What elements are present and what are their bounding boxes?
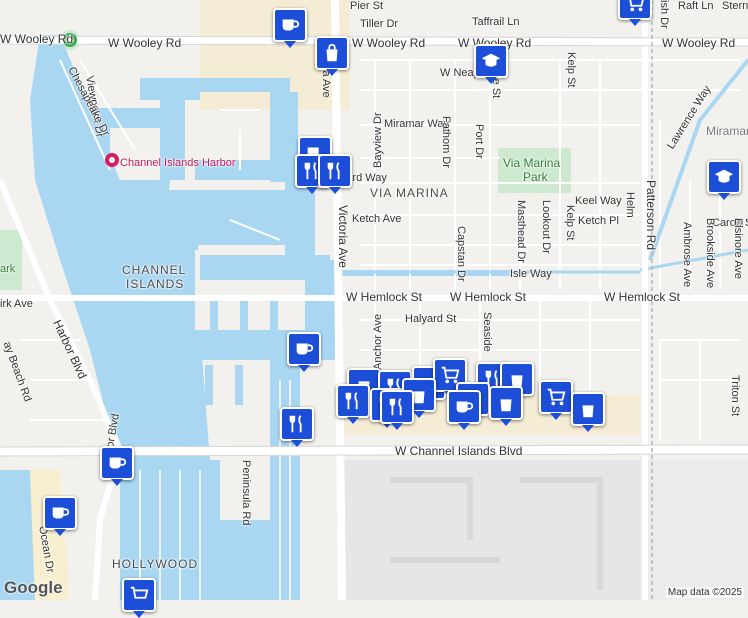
restaurant-icon[interactable] (336, 384, 370, 424)
street-label: Halyard St (405, 313, 457, 325)
street-label: Kelp St (565, 52, 577, 88)
street-label: Ketch Pl (578, 215, 619, 227)
street-label: Ketch Ave (352, 213, 402, 225)
cart-icon[interactable] (122, 578, 156, 618)
cart-icon[interactable] (539, 380, 573, 420)
street-label: Stern (722, 0, 748, 12)
area-label: ark (0, 263, 16, 275)
street-label: Helm (624, 192, 636, 218)
street-label: Patterson Rd (644, 180, 658, 251)
street-label: Taffrail Ln (472, 16, 520, 28)
street-label: Ambrose Ave (681, 222, 693, 288)
shopping-bag-icon[interactable] (571, 392, 605, 432)
street-label: Pier St (350, 0, 384, 12)
school-icon[interactable] (707, 160, 741, 200)
street-label: irk Ave (0, 298, 33, 310)
park-label: Via Marina (503, 156, 561, 170)
industrial-area (640, 460, 748, 600)
google-logo: Google (4, 578, 63, 597)
street-label: Port Dr (473, 124, 485, 159)
street-label: ish Dr (658, 0, 670, 29)
street-label: Raft Ln (678, 0, 714, 12)
poi-label: Channel Islands Harbor (120, 157, 236, 169)
street-label: Tiller Dr (360, 18, 399, 30)
area-label: CHANNEL (122, 263, 187, 277)
street-label: Fathom Dr (440, 116, 452, 168)
area-label: Miramar (706, 124, 748, 138)
street-label: Peninsula Rd (240, 460, 252, 526)
cafe-icon[interactable] (447, 390, 481, 430)
street-label: W Channel Islands Blvd (395, 444, 523, 458)
park-label: Park (523, 170, 548, 184)
cafe-icon[interactable] (287, 332, 321, 372)
restaurant-icon[interactable] (380, 390, 414, 430)
street-label: W Wooley Rd (352, 36, 426, 50)
street-label: W Wooley Rd (662, 36, 736, 50)
street-label: Capstan Dr (455, 226, 467, 282)
restaurant-icon[interactable] (318, 154, 352, 194)
school-icon[interactable] (474, 44, 508, 84)
street-label: W Hemlock St (604, 290, 681, 304)
street-label: W Hemlock St (346, 290, 423, 304)
shopping-bag-icon[interactable] (315, 36, 349, 76)
area-label: ISLANDS (126, 277, 185, 291)
cafe-icon[interactable] (273, 8, 307, 48)
shopping-bag-icon[interactable] (489, 386, 523, 426)
street-label: W Wooley Rd (0, 32, 74, 46)
street-label: Seaside (481, 312, 493, 352)
street-label: Brookside Ave (704, 218, 716, 289)
street-label: Isle Way (510, 268, 552, 280)
cafe-icon[interactable] (100, 446, 134, 486)
street-label: W Hemlock St (450, 290, 527, 304)
cafe-icon[interactable] (43, 496, 77, 536)
street-label: Bayview Dr (372, 112, 384, 168)
street-label: Keel Way (575, 195, 622, 207)
street-label: W Wooley Rd (108, 36, 182, 50)
street-label: Triton St (729, 375, 741, 417)
park-area (0, 230, 22, 290)
area-label: HOLLYWOOD (112, 557, 199, 571)
area-label: VIA MARINA (370, 186, 449, 200)
attribution: Map data ©2025 (665, 587, 744, 598)
cart-icon[interactable] (618, 0, 652, 26)
street-label: Kelp St (564, 205, 576, 241)
street-label: Victoria Ave (336, 205, 350, 268)
street-label: Anchor Ave (372, 313, 384, 370)
restaurant-icon[interactable] (280, 407, 314, 447)
street-label: Elsinore Ave (732, 218, 744, 279)
street-label: Masthead Dr (515, 200, 527, 263)
street-label: Lookout Dr (540, 200, 552, 254)
